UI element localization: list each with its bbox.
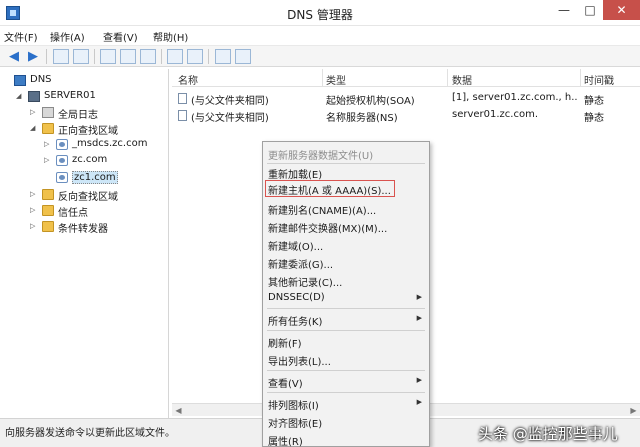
minimize-button[interactable]: — [551, 0, 577, 20]
table-row[interactable]: (与父文件夹相同) 起始授权机构(SOA) [1], server01.zc.c… [172, 90, 640, 107]
menu-item-update-data-file: 更新服务器数据文件(U) [268, 151, 374, 162]
records-icon[interactable] [235, 49, 251, 64]
console-tree: DNS ◢ SERVER01 ▷ 全局日志 ◢ 正向查找区域 ▷ _msdcs.… [4, 69, 169, 418]
expand-icon[interactable]: ▷ [30, 108, 38, 116]
folder-icon [42, 205, 54, 216]
dns-icon [14, 75, 26, 86]
submenu-arrow-icon: ▶ [416, 398, 422, 406]
column-name[interactable]: 名称 [178, 72, 198, 87]
up-folder-icon[interactable] [53, 49, 69, 64]
folder-icon [42, 189, 54, 200]
expand-icon[interactable]: ▷ [44, 156, 52, 164]
menu-item-other-records[interactable]: 其他新记录(C)... [263, 272, 429, 289]
scroll-left-icon[interactable]: ◀ [172, 404, 185, 417]
forward-arrow-icon[interactable]: ▶ [25, 49, 41, 64]
menu-item-new-delegation[interactable]: 新建委派(G)... [263, 254, 429, 271]
menu-item-new-domain[interactable]: 新建域(O)... [263, 236, 429, 253]
record-icon [178, 110, 187, 121]
record-icon [178, 93, 187, 104]
table-row[interactable]: (与父文件夹相同) 名称服务器(NS) server01.zc.com. 静态 [172, 107, 640, 124]
menu-item-line-up-icons[interactable]: 对齐图标(E) [263, 413, 429, 430]
log-icon [42, 107, 54, 118]
menu-item-refresh[interactable]: 刷新(F) [263, 333, 429, 350]
server-icon [28, 91, 40, 102]
menu-help[interactable]: 帮助(H) [153, 29, 188, 44]
menu-action[interactable]: 操作(A) [50, 29, 85, 44]
help-icon[interactable] [167, 49, 183, 64]
menu-item-reload[interactable]: 重新加载(E) [263, 164, 429, 181]
expand-icon[interactable]: ▷ [30, 222, 38, 230]
menu-view[interactable]: 查看(V) [103, 29, 138, 44]
expand-icon[interactable]: ▷ [30, 190, 38, 198]
scroll-right-icon[interactable]: ▶ [627, 404, 640, 417]
menu-item-new-alias[interactable]: 新建别名(CNAME)(A)... [263, 200, 429, 217]
expand-icon[interactable]: ▷ [44, 140, 52, 148]
menu-item-new-host[interactable]: 新建主机(A 或 AAAA)(S)... [265, 180, 395, 197]
maximize-button[interactable]: □ [577, 0, 603, 20]
collapse-icon[interactable]: ◢ [30, 124, 38, 132]
properties-icon[interactable] [187, 49, 203, 64]
menu-item-arrange-icons[interactable]: 排列图标(I) ▶ [263, 395, 429, 412]
show-tree-icon[interactable] [73, 49, 89, 64]
server-icon[interactable] [215, 49, 231, 64]
status-text: 向服务器发送命令以更新此区域文件。 [5, 428, 175, 439]
expand-icon[interactable]: ▷ [30, 206, 38, 214]
collapse-icon[interactable]: ◢ [16, 92, 24, 100]
menu-item-export-list[interactable]: 导出列表(L)... [263, 351, 429, 368]
menu-item-all-tasks[interactable]: 所有任务(K) ▶ [263, 311, 429, 328]
export-icon[interactable] [140, 49, 156, 64]
close-button[interactable]: ✕ [603, 0, 640, 20]
zone-icon [56, 139, 68, 150]
title-bar: DNS 管理器 — □ ✕ [0, 0, 640, 26]
menu-bar: 文件(F) 操作(A) 查看(V) 帮助(H) [0, 27, 640, 45]
zone-icon [56, 172, 68, 183]
zone-icon [56, 155, 68, 166]
folder-icon [42, 221, 54, 232]
menu-item-properties[interactable]: 属性(R) [263, 431, 429, 447]
menu-file[interactable]: 文件(F) [4, 29, 38, 44]
context-menu: 更新服务器数据文件(U) 重新加载(E) 新建主机(A 或 AAAA)(S)..… [262, 141, 430, 447]
toolbar: ◀ ▶ [0, 45, 640, 67]
submenu-arrow-icon: ▶ [416, 293, 422, 301]
back-arrow-icon[interactable]: ◀ [6, 49, 22, 64]
menu-item-new-mail-exchanger[interactable]: 新建邮件交换器(MX)(M)... [263, 218, 429, 235]
submenu-arrow-icon: ▶ [416, 376, 422, 384]
watermark: 头条 @监控那些事儿 [478, 425, 618, 443]
folder-icon [42, 123, 54, 134]
copy-icon[interactable] [100, 49, 116, 64]
column-type[interactable]: 类型 [326, 72, 346, 87]
list-header: 名称 类型 数据 时间戳 [172, 69, 640, 87]
submenu-arrow-icon: ▶ [416, 314, 422, 322]
window-title: DNS 管理器 [287, 8, 353, 22]
menu-item-view[interactable]: 查看(V) ▶ [263, 373, 429, 390]
refresh-icon[interactable] [120, 49, 136, 64]
column-data[interactable]: 数据 [452, 72, 472, 87]
menu-item-dnssec[interactable]: DNSSEC(D) ▶ [263, 290, 429, 307]
column-timestamp[interactable]: 时间戳 [584, 72, 614, 87]
